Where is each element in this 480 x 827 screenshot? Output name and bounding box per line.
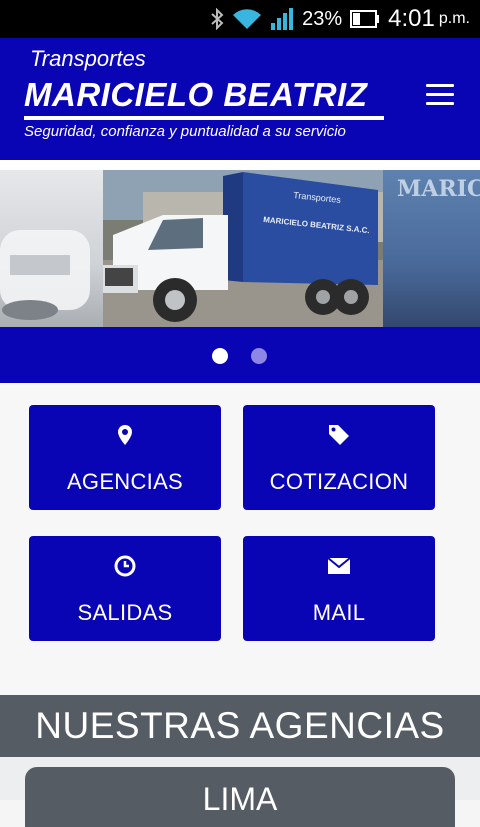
agencias-label: AGENCIAS bbox=[66, 469, 184, 494]
battery-percent: 23% bbox=[302, 7, 343, 30]
brand-tagline: Seguridad, confianza y puntualidad a su … bbox=[24, 123, 346, 140]
agencies-section-header: NUESTRAS AGENCIAS bbox=[0, 695, 480, 757]
brand-title: MARICIELO BEATRIZ bbox=[24, 76, 368, 113]
tag-icon bbox=[328, 423, 350, 447]
truck-photo: Transportes MARICIELO BEATRIZ S.A.C. bbox=[103, 170, 383, 327]
agencies-list: LIMA bbox=[0, 757, 480, 827]
wifi-icon bbox=[232, 8, 262, 30]
mail-label: MAIL bbox=[312, 600, 366, 625]
map-pin-icon bbox=[118, 423, 132, 447]
clock-time: 4:01 bbox=[388, 5, 435, 32]
brand-divider bbox=[24, 116, 384, 120]
carousel-spacer bbox=[0, 160, 480, 170]
next-slide-lettering: MARICIELO bbox=[397, 176, 480, 202]
image-carousel[interactable]: Transportes MARICIELO BEATRIZ S.A.C. MAR… bbox=[0, 170, 480, 327]
carousel-dot-2[interactable] bbox=[251, 348, 267, 364]
mail-button[interactable]: MAIL bbox=[243, 536, 435, 641]
cotizacion-label: COTIZACION bbox=[269, 469, 409, 494]
agency-card-lima[interactable]: LIMA bbox=[25, 767, 455, 827]
clock-ampm: p.m. bbox=[438, 10, 470, 27]
carousel-dot-1[interactable] bbox=[212, 348, 228, 364]
carousel-pagination bbox=[0, 327, 480, 383]
brand-top-text: Transportes bbox=[30, 46, 146, 71]
app-header: Transportes MARICIELO BEATRIZ Seguridad,… bbox=[0, 38, 480, 160]
battery-icon bbox=[350, 10, 380, 28]
hamburger-menu-icon[interactable] bbox=[426, 84, 454, 106]
salidas-label: SALIDAS bbox=[77, 600, 173, 625]
envelope-icon bbox=[328, 554, 350, 578]
status-bar: 23% 4:01 p.m. bbox=[0, 0, 480, 38]
carousel-previous-slide bbox=[0, 170, 103, 327]
bluetooth-icon bbox=[210, 8, 224, 30]
cotizacion-button[interactable]: COTIZACION bbox=[243, 405, 435, 510]
signal-icon bbox=[270, 8, 294, 30]
clock-icon bbox=[114, 554, 136, 578]
agencias-button[interactable]: AGENCIAS bbox=[29, 405, 221, 510]
action-grid: AGENCIAS COTIZACION SALIDAS MAIL bbox=[0, 383, 480, 695]
salidas-button[interactable]: SALIDAS bbox=[29, 536, 221, 641]
carousel-next-slide: MARICIELO bbox=[383, 170, 480, 327]
section-title: NUESTRAS AGENCIAS bbox=[35, 705, 445, 746]
